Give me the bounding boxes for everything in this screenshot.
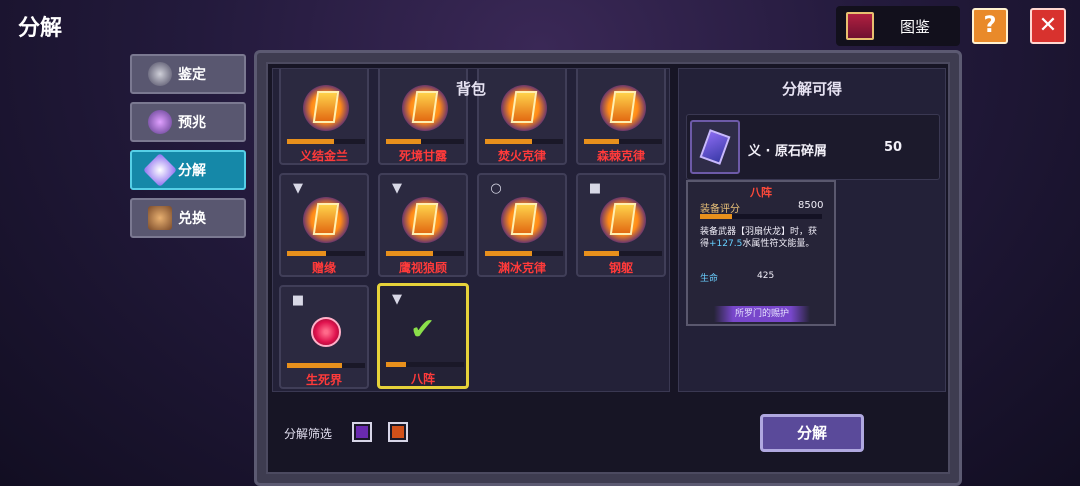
item-card-selected[interactable]: ▼ ✔ 八阵 xyxy=(377,283,469,389)
filter-label: 分解筛选 xyxy=(284,427,333,441)
tab-label: 预兆 xyxy=(178,115,206,131)
description-highlight: +127.5 xyxy=(709,239,743,249)
check-icon: ✔ xyxy=(410,312,436,347)
item-name: 死境甘露 xyxy=(398,149,447,163)
description-line: 得+127.5水属性符文能量。 xyxy=(700,239,815,249)
item-progress-bar xyxy=(485,251,563,256)
rune-icon xyxy=(411,203,439,235)
result-item-name: 义 · 原石碎屑 xyxy=(748,144,827,159)
item-name: 八阵 xyxy=(410,372,435,386)
item-card[interactable]: ▼ 赠缘 xyxy=(279,173,369,277)
rune-icon xyxy=(312,203,340,235)
tab-label: 兑换 xyxy=(178,211,206,227)
weapon-slot-icon: ▼ xyxy=(392,181,402,196)
item-card[interactable]: ▼ 鹰视狼顾 xyxy=(378,173,468,277)
shard-icon[interactable] xyxy=(690,120,740,174)
item-progress-bar xyxy=(584,251,662,256)
appraise-icon xyxy=(148,62,172,86)
item-progress-bar xyxy=(386,139,464,144)
item-name: 钢躯 xyxy=(608,261,633,275)
armor-slot-icon: ■ xyxy=(588,181,602,196)
result-title: 分解可得 xyxy=(781,80,842,98)
item-progress-bar xyxy=(584,139,662,144)
description-line: 装备武器【羽扇伏龙】时，获 xyxy=(700,227,818,237)
tab-label: 分解 xyxy=(178,163,206,179)
hp-label: 生命 xyxy=(700,274,719,284)
codex-label: 图鉴 xyxy=(900,17,931,36)
item-progress-bar xyxy=(485,139,563,144)
decompose-button[interactable]: 分解 xyxy=(760,414,864,452)
armor-slot-icon: ■ xyxy=(291,293,305,308)
item-progress-bar xyxy=(386,362,464,367)
codex-button[interactable]: 图鉴 xyxy=(836,6,960,46)
item-progress-bar xyxy=(287,139,365,144)
item-card[interactable]: ■ 生死界 xyxy=(279,285,369,389)
bag-title: 背包 xyxy=(455,80,486,98)
score-bar xyxy=(700,214,822,219)
tab-appraise[interactable]: 鉴定 xyxy=(130,54,246,94)
item-name: 森棘克律 xyxy=(596,149,645,163)
tooltip-title: 八阵 xyxy=(750,186,772,199)
page-title: 分解 xyxy=(18,16,63,41)
item-name: 赠缘 xyxy=(311,261,336,275)
decompose-icon xyxy=(143,153,177,187)
orb-icon xyxy=(311,317,341,347)
help-button[interactable]: ? xyxy=(972,8,1008,44)
item-progress-bar xyxy=(287,363,365,368)
item-progress-bar xyxy=(287,251,365,256)
close-button[interactable]: ✕ xyxy=(1030,8,1066,44)
exchange-icon xyxy=(148,206,172,230)
tab-label: 鉴定 xyxy=(178,67,206,83)
item-name: 鹰视狼顾 xyxy=(398,261,447,275)
set-bonus-label: 所罗门的赐护 xyxy=(714,306,810,322)
filter-orange-checkbox[interactable] xyxy=(388,422,408,442)
item-card[interactable]: ■ 钢躯 xyxy=(576,173,666,277)
ring-slot-icon: ○ xyxy=(490,181,502,196)
book-icon xyxy=(846,12,874,40)
item-name: 生死界 xyxy=(305,373,342,387)
tab-decompose[interactable]: 分解 xyxy=(130,150,246,190)
item-name: 焚火克律 xyxy=(497,149,546,163)
weapon-slot-icon: ▼ xyxy=(293,181,303,196)
item-name: 义结金兰 xyxy=(299,149,348,163)
tab-exchange[interactable]: 兑换 xyxy=(130,198,246,238)
tab-omen[interactable]: 预兆 xyxy=(130,102,246,142)
rune-icon xyxy=(609,203,637,235)
result-item-count: 50 xyxy=(884,140,903,155)
omen-icon xyxy=(148,110,172,134)
hp-value: 425 xyxy=(757,271,775,281)
item-progress-bar xyxy=(386,251,464,256)
item-card[interactable]: ○ 渊冰克律 xyxy=(477,173,567,277)
rune-icon xyxy=(510,203,538,235)
score-label: 装备评分 xyxy=(700,204,740,215)
score-value: 8500 xyxy=(798,200,824,211)
bag-panel: 义结金兰 死境甘露 焚火克律 森棘克律 ▼ 赠缘 ▼ 鹰视狼顾 ○ 渊冰克律 ■… xyxy=(272,68,670,392)
tooltip-description: 装备武器【羽扇伏龙】时，获 得+127.5水属性符文能量。 xyxy=(700,226,830,250)
weapon-slot-icon: ▼ xyxy=(392,292,402,307)
filter-purple-checkbox[interactable] xyxy=(352,422,372,442)
item-name: 渊冰克律 xyxy=(497,261,546,275)
